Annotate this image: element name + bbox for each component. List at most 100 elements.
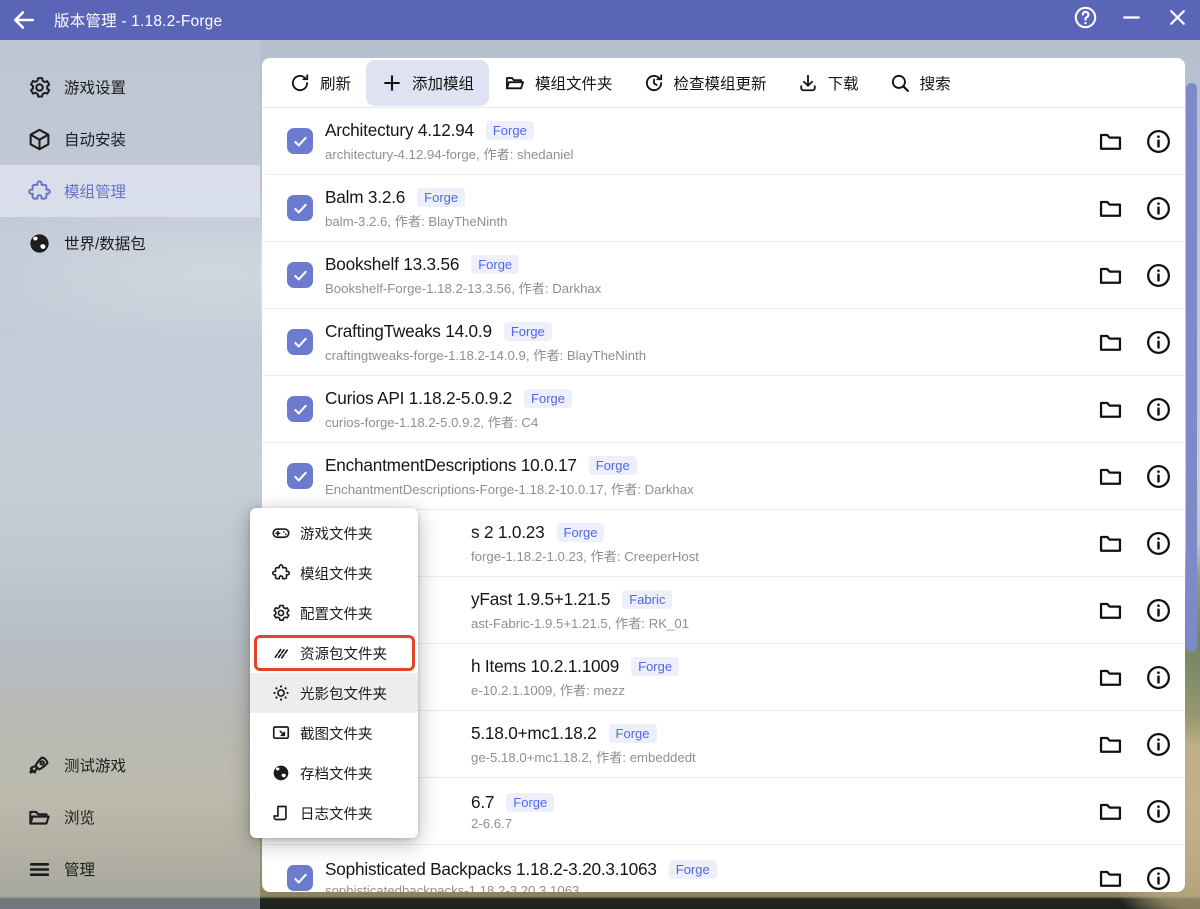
info-icon[interactable] <box>1145 530 1172 557</box>
mod-row: Balm 3.2.6 Forge balm-3.2.6, 作者: BlayThe… <box>262 175 1185 242</box>
mod-title: EnchantmentDescriptions 10.0.17 <box>325 455 577 476</box>
info-icon[interactable] <box>1145 664 1172 691</box>
folder-icon[interactable] <box>1097 262 1124 289</box>
mod-enabled-checkbox[interactable] <box>287 463 313 489</box>
mod-row-actions <box>1097 731 1185 758</box>
info-icon[interactable] <box>1145 865 1172 892</box>
mod-row: Bookshelf 13.3.56 Forge Bookshelf-Forge-… <box>262 242 1185 309</box>
info-icon[interactable] <box>1145 195 1172 222</box>
info-icon[interactable] <box>1145 731 1172 758</box>
folder-icon[interactable] <box>1097 530 1124 557</box>
titlebar-button[interactable] <box>1108 0 1154 40</box>
info-icon[interactable] <box>1145 396 1172 423</box>
info-icon[interactable] <box>1145 128 1172 155</box>
sidebar-item-label: 测试游戏 <box>64 754 126 776</box>
folder-icon[interactable] <box>1097 664 1124 691</box>
gear-icon <box>27 75 52 100</box>
minimize-icon <box>1119 5 1144 35</box>
folder-icon[interactable] <box>1097 597 1124 624</box>
folder-icon[interactable] <box>1097 731 1124 758</box>
gear-icon <box>271 603 291 623</box>
context-menu-item[interactable]: 模组文件夹 <box>250 553 418 593</box>
context-menu-item[interactable]: 日志文件夹 <box>250 793 418 833</box>
mod-title: Curios API 1.18.2-5.0.9.2 <box>325 388 512 409</box>
vertical-scrollbar-thumb[interactable] <box>1186 83 1197 652</box>
mod-loader-badge: Forge <box>631 657 679 676</box>
sidebar-item-label: 管理 <box>64 858 95 880</box>
app-window: { "colors": { "titlebar": "#5b65b7", "ac… <box>0 0 1200 909</box>
mod-row-actions <box>1097 798 1185 825</box>
context-menu-item[interactable]: 光影包文件夹 <box>250 673 418 713</box>
puzzle-icon <box>271 563 291 583</box>
context-menu-item-label: 存档文件夹 <box>300 763 373 784</box>
sidebar-item-label: 浏览 <box>64 806 95 828</box>
sidebar-item[interactable]: 游戏设置 <box>0 61 260 113</box>
sidebar-item-label: 世界/数据包 <box>64 232 146 254</box>
toolbar-button-label: 下载 <box>828 72 859 94</box>
mod-row-text: Balm 3.2.6 Forge balm-3.2.6, 作者: BlayThe… <box>325 187 508 230</box>
mod-row-text: 5.18.0+mc1.18.2 Forge ge-5.18.0+mc1.18.2… <box>471 723 696 766</box>
mod-enabled-checkbox[interactable] <box>287 329 313 355</box>
titlebar-buttons <box>1062 0 1200 40</box>
mod-row: Architectury 4.12.94 Forge architectury-… <box>262 108 1185 175</box>
mod-title: Sophisticated Backpacks 1.18.2-3.20.3.10… <box>325 859 657 880</box>
mod-row-actions <box>1097 664 1185 691</box>
toolbar-button[interactable]: 下载 <box>782 60 874 106</box>
mod-filename: architectury-4.12.94-forge, 作者: shedanie… <box>325 144 574 163</box>
folder-icon[interactable] <box>1097 128 1124 155</box>
rocket-icon <box>27 753 52 778</box>
mod-enabled-checkbox[interactable] <box>287 195 313 221</box>
context-menu-item-label: 截图文件夹 <box>300 723 373 744</box>
info-icon[interactable] <box>1145 597 1172 624</box>
mod-row: CraftingTweaks 14.0.9 Forge craftingtwea… <box>262 309 1185 376</box>
mod-enabled-checkbox[interactable] <box>287 396 313 422</box>
mod-row-text: h Items 10.2.1.1009 Forge e-10.2.1.1009,… <box>471 656 679 699</box>
mod-enabled-checkbox[interactable] <box>287 128 313 154</box>
mod-enabled-checkbox[interactable] <box>287 262 313 288</box>
mod-title: Architectury 4.12.94 <box>325 120 474 141</box>
info-icon[interactable] <box>1145 262 1172 289</box>
folder-icon[interactable] <box>1097 396 1124 423</box>
gamepad-icon <box>271 523 291 543</box>
plus-icon <box>381 72 403 94</box>
sidebar-item[interactable]: 浏览 <box>0 791 260 843</box>
folder-icon[interactable] <box>1097 329 1124 356</box>
sidebar-item[interactable]: 世界/数据包 <box>0 217 260 269</box>
folder-icon[interactable] <box>1097 463 1124 490</box>
mod-enabled-checkbox[interactable] <box>287 865 313 891</box>
info-icon[interactable] <box>1145 798 1172 825</box>
mod-title: Bookshelf 13.3.56 <box>325 254 459 275</box>
context-menu-item[interactable]: 配置文件夹 <box>250 593 418 633</box>
sidebar-item[interactable]: 模组管理 <box>0 165 260 217</box>
mod-loader-badge: Forge <box>471 255 519 274</box>
titlebar-button[interactable] <box>1062 0 1108 40</box>
toolbar-button[interactable]: 刷新 <box>274 60 366 106</box>
toolbar-button[interactable]: 搜索 <box>874 60 966 106</box>
toolbar-button[interactable]: 添加模组 <box>366 60 489 106</box>
folder-icon[interactable] <box>1097 798 1124 825</box>
mod-loader-badge: Forge <box>506 793 554 812</box>
mod-loader-badge: Fabric <box>622 590 672 609</box>
toolbar-button[interactable]: 模组文件夹 <box>489 60 628 106</box>
mod-filename: forge-1.18.2-1.0.23, 作者: CreeperHost <box>471 546 699 565</box>
titlebar-button[interactable] <box>1154 0 1200 40</box>
info-icon[interactable] <box>1145 463 1172 490</box>
folder-icon[interactable] <box>1097 865 1124 892</box>
folder-icon[interactable] <box>1097 195 1124 222</box>
sidebar-item[interactable]: 测试游戏 <box>0 739 260 791</box>
toolbar-button-label: 搜索 <box>920 72 951 94</box>
info-icon[interactable] <box>1145 329 1172 356</box>
context-menu-item[interactable]: 游戏文件夹 <box>250 513 418 553</box>
context-menu-item[interactable]: 截图文件夹 <box>250 713 418 753</box>
mod-title: 6.7 <box>471 792 494 813</box>
toolbar-button[interactable]: 检查模组更新 <box>628 60 782 106</box>
mod-filename: Bookshelf-Forge-1.18.2-13.3.56, 作者: Dark… <box>325 278 601 297</box>
back-button[interactable] <box>4 0 44 40</box>
download-icon <box>797 72 819 94</box>
sidebar-item[interactable]: 自动安装 <box>0 113 260 165</box>
mod-row-text: Sophisticated Backpacks 1.18.2-3.20.3.10… <box>325 859 717 893</box>
mod-loader-badge: Forge <box>524 389 572 408</box>
sidebar-item[interactable]: 管理 <box>0 843 260 895</box>
context-menu-item[interactable]: 存档文件夹 <box>250 753 418 793</box>
context-menu-item[interactable]: 资源包文件夹 <box>250 633 418 673</box>
